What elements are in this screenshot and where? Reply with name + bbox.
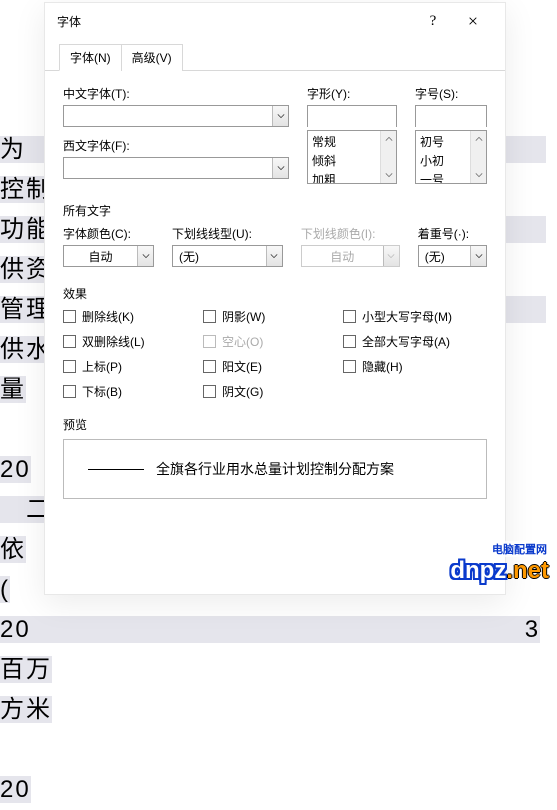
- scroll-up-icon[interactable]: [471, 131, 486, 147]
- west-font-combo[interactable]: [63, 157, 289, 179]
- font-size-input[interactable]: [415, 105, 487, 127]
- font-dialog: 字体 ? × 字体(N) 高级(V) 中文字体(T): 西文字体(F):: [44, 2, 506, 595]
- subscript-checkbox[interactable]: 下标(B): [63, 383, 203, 400]
- all-text-heading: 所有文字: [63, 202, 487, 219]
- chevron-down-icon[interactable]: [470, 246, 486, 266]
- chevron-down-icon[interactable]: [272, 106, 288, 126]
- tab-bar: 字体(N) 高级(V): [45, 43, 505, 71]
- chevron-down-icon: [383, 246, 399, 266]
- scroll-down-icon[interactable]: [471, 167, 486, 183]
- underline-style-label: 下划线线型(U):: [172, 225, 283, 242]
- smallcaps-checkbox[interactable]: 小型大写字母(M): [343, 308, 493, 325]
- titlebar: 字体 ? ×: [45, 3, 505, 39]
- font-size-label: 字号(S):: [415, 85, 487, 102]
- scroll-down-icon[interactable]: [381, 167, 396, 183]
- font-style-label: 字形(Y):: [307, 85, 397, 102]
- allcaps-checkbox[interactable]: 全部大写字母(A): [343, 333, 493, 350]
- emphasis-label: 着重号(·):: [418, 225, 487, 242]
- close-button[interactable]: ×: [453, 3, 493, 39]
- chevron-down-icon[interactable]: [266, 246, 282, 266]
- scrollbar[interactable]: [470, 131, 486, 183]
- underline-style-combo[interactable]: (无): [172, 245, 283, 267]
- tab-font[interactable]: 字体(N): [59, 44, 122, 71]
- cjk-font-combo[interactable]: [63, 105, 289, 127]
- scroll-up-icon[interactable]: [381, 131, 396, 147]
- font-style-list[interactable]: 常规 倾斜 加粗: [307, 130, 397, 184]
- west-font-label: 西文字体(F):: [63, 137, 289, 154]
- font-color-label: 字体颜色(C):: [63, 225, 154, 242]
- dialog-title: 字体: [57, 13, 413, 30]
- preview-line-icon: [88, 469, 144, 470]
- emphasis-combo[interactable]: (无): [418, 245, 487, 267]
- font-style-input[interactable]: [307, 105, 397, 127]
- scrollbar[interactable]: [380, 131, 396, 183]
- effects-heading: 效果: [63, 285, 487, 302]
- underline-color-combo: 自动: [301, 245, 400, 267]
- engrave-checkbox[interactable]: 阴文(G): [203, 383, 343, 400]
- shadow-checkbox[interactable]: 阴影(W): [203, 308, 343, 325]
- emboss-checkbox[interactable]: 阳文(E): [203, 358, 343, 375]
- dblstrike-checkbox[interactable]: 双删除线(L): [63, 333, 203, 350]
- watermark: 电脑配置网 dnpz.net: [450, 541, 549, 585]
- cjk-font-value[interactable]: [64, 106, 272, 126]
- underline-color-label: 下划线颜色(I):: [301, 225, 400, 242]
- tab-advanced[interactable]: 高级(V): [121, 44, 183, 71]
- font-size-list[interactable]: 初号 小初 一号: [415, 130, 487, 184]
- chevron-down-icon[interactable]: [137, 246, 153, 266]
- outline-checkbox: 空心(O): [203, 333, 343, 350]
- preview-box: 全旗各行业用水总量计划控制分配方案: [63, 439, 487, 499]
- preview-text: 全旗各行业用水总量计划控制分配方案: [156, 459, 394, 479]
- help-button[interactable]: ?: [413, 3, 453, 39]
- west-font-value[interactable]: [64, 158, 272, 178]
- superscript-checkbox[interactable]: 上标(P): [63, 358, 203, 375]
- strike-checkbox[interactable]: 删除线(K): [63, 308, 203, 325]
- chevron-down-icon[interactable]: [272, 158, 288, 178]
- font-color-combo[interactable]: 自动: [63, 245, 154, 267]
- cjk-font-label: 中文字体(T):: [63, 85, 289, 102]
- preview-heading: 预览: [63, 416, 487, 433]
- hidden-checkbox[interactable]: 隐藏(H): [343, 358, 493, 375]
